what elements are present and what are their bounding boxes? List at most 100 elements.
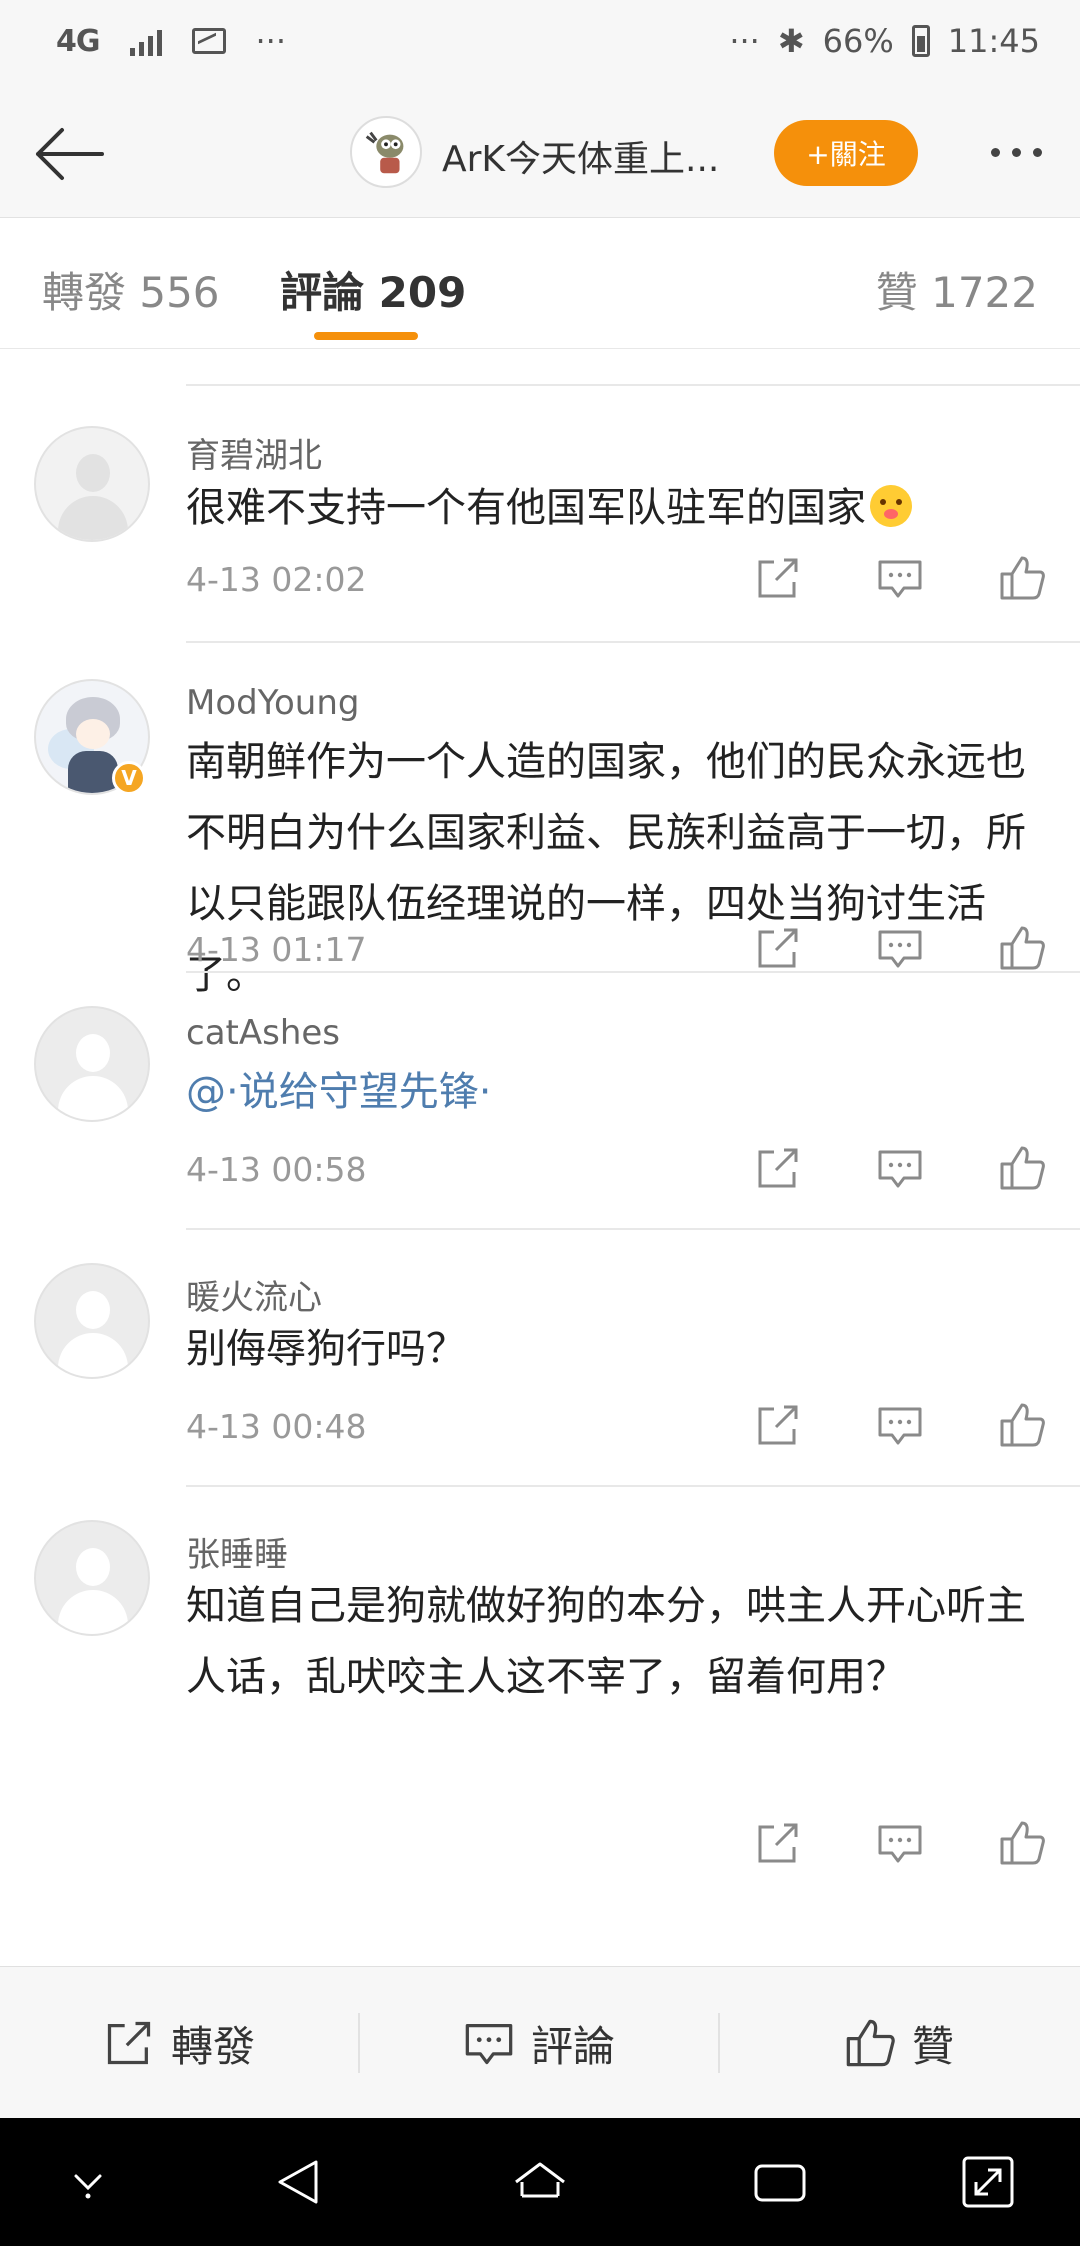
more-options-button[interactable]	[980, 122, 1052, 182]
share-button[interactable]	[750, 1815, 806, 1871]
repost-button[interactable]: 轉發	[0, 1967, 358, 2119]
hide-keyboard-button[interactable]	[56, 2150, 120, 2214]
comment-author[interactable]: 暖火流心	[186, 1270, 322, 1319]
default-avatar-icon[interactable]	[34, 1006, 150, 1122]
tab-likes[interactable]: 贊 1722	[876, 259, 1038, 320]
like-button[interactable]	[994, 920, 1050, 976]
triangle-back-icon	[278, 2160, 318, 2204]
share-icon	[758, 1148, 798, 1188]
bottom-action-bar: 轉發 評論 贊	[0, 1966, 1080, 2118]
tab-bar: 轉發 556 評論 209 贊 1722	[0, 219, 1080, 349]
status-bar: 4G ··· ··· ✱ 66% 11:45	[0, 0, 1080, 92]
like-button[interactable]	[994, 550, 1050, 606]
page-title[interactable]: ArK今天体重上...	[442, 130, 742, 182]
active-tab-indicator	[314, 332, 418, 340]
battery-icon	[911, 25, 930, 57]
reply-button[interactable]	[872, 550, 928, 606]
like-button[interactable]: 贊	[720, 1967, 1078, 2119]
chevron-down-icon	[74, 2174, 102, 2199]
comment-time: 4-13 02:02	[186, 560, 367, 599]
top-app-bar: ArK今天体重上... +關注	[0, 92, 1080, 218]
signal-icon	[129, 26, 162, 56]
nav-home-button[interactable]	[508, 2150, 572, 2214]
default-avatar-icon[interactable]	[34, 1520, 150, 1636]
reply-button[interactable]	[872, 1397, 928, 1453]
thumbs-up-icon	[1000, 1821, 1045, 1865]
comment-button[interactable]: 評論	[360, 1967, 718, 2119]
default-avatar-icon[interactable]	[34, 1263, 150, 1379]
thumbs-up-icon	[846, 2019, 895, 2067]
comment-item: 暖火流心 别侮辱狗行吗？ 4-13 00:48	[0, 1230, 1080, 1487]
comment-text: 知道自己是狗就做好狗的本分，哄主人开心听主人话，乱吠咬主人这不宰了，留着何用？	[186, 1583, 1026, 1700]
author-avatar[interactable]	[350, 116, 422, 188]
share-icon	[758, 928, 798, 968]
comment-time: 4-13 01:17	[186, 930, 367, 969]
recents-icon	[754, 2164, 806, 2202]
blush-emoji-icon	[870, 485, 912, 527]
comment-author[interactable]: 张睡睡	[186, 1527, 288, 1576]
comment-label: 評論	[530, 2021, 615, 2071]
default-avatar-icon[interactable]	[34, 426, 150, 542]
like-label: 贊	[911, 2021, 954, 2071]
comment-item: 育碧湖北 很难不支持一个有他国军队驻军的国家 4-13 02:02	[0, 386, 1080, 643]
back-button[interactable]	[26, 114, 110, 194]
repost-label: 轉發	[170, 2021, 255, 2071]
reply-button[interactable]	[872, 920, 928, 976]
like-button[interactable]	[994, 1397, 1050, 1453]
more-dot-icon	[1011, 147, 1021, 157]
share-icon	[107, 2021, 151, 2065]
comment-author[interactable]: ModYoung	[186, 683, 359, 723]
like-button[interactable]	[994, 1140, 1050, 1196]
comment-actions	[750, 920, 1050, 976]
battery-percentage: 66%	[822, 22, 894, 60]
comment-actions	[750, 1815, 1050, 1871]
like-button[interactable]	[994, 1815, 1050, 1871]
comment-actions	[750, 1140, 1050, 1196]
share-icon	[758, 1823, 798, 1863]
comment-author[interactable]: catAshes	[186, 1013, 340, 1053]
home-icon	[515, 2162, 565, 2198]
expand-icon	[962, 2156, 1014, 2208]
tab-repost[interactable]: 轉發 556	[42, 259, 220, 320]
share-button[interactable]	[750, 920, 806, 976]
share-button[interactable]	[750, 1140, 806, 1196]
screen-rotate-button[interactable]	[956, 2150, 1020, 2214]
nav-recents-button[interactable]	[748, 2150, 812, 2214]
comment-time: 4-13 00:58	[186, 1150, 367, 1189]
mention-link[interactable]: @·说给守望先锋·	[186, 1057, 1046, 1128]
system-navigation-bar	[0, 2118, 1080, 2246]
more-status-icon: ···	[729, 22, 760, 60]
comment-actions	[750, 1397, 1050, 1453]
comment-icon	[465, 2024, 513, 2065]
more-dot-icon	[990, 147, 1000, 157]
robot-avatar-icon	[358, 124, 414, 180]
comment-time: 4-13 00:48	[186, 1407, 367, 1446]
partial-comment-row	[186, 350, 1080, 386]
thumbs-up-icon	[1000, 926, 1045, 970]
reply-button[interactable]	[872, 1140, 928, 1196]
back-arrow-icon	[36, 128, 104, 180]
network-indicator: 4G	[56, 23, 100, 59]
comment-item: catAshes @·说给守望先锋· 4-13 00:58	[0, 973, 1080, 1230]
comment-author[interactable]: 育碧湖北	[186, 428, 322, 477]
comment-icon	[878, 560, 922, 598]
image-notification-icon	[191, 28, 226, 54]
comment-icon	[878, 1825, 922, 1863]
tab-comments[interactable]: 評論 209	[280, 259, 466, 320]
share-icon	[758, 558, 798, 598]
follow-button[interactable]: +關注	[774, 120, 918, 186]
bluetooth-icon: ✱	[777, 22, 805, 60]
comment-icon	[878, 1407, 922, 1445]
share-button[interactable]	[750, 1397, 806, 1453]
share-button[interactable]	[750, 550, 806, 606]
share-icon	[758, 1405, 798, 1445]
thumbs-up-icon	[1000, 1146, 1045, 1190]
comment-icon	[878, 930, 922, 968]
reply-button[interactable]	[872, 1815, 928, 1871]
more-dot-icon	[1032, 147, 1042, 157]
comment-item: V ModYoung 南朝鲜作为一个人造的国家，他们的民众永远也不明白为什么国家…	[0, 643, 1080, 998]
comment-text: 很难不支持一个有他国军队驻军的国家	[186, 473, 1046, 544]
comment-list[interactable]: 育碧湖北 很难不支持一个有他国军队驻军的国家 4-13 02:02 V ModY…	[0, 350, 1080, 1966]
nav-back-button[interactable]	[268, 2150, 332, 2214]
comment-text: 别侮辱狗行吗？	[186, 1326, 466, 1372]
